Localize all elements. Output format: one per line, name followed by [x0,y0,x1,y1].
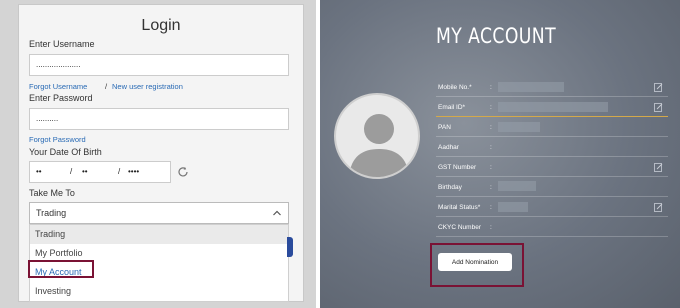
dob-year[interactable]: •••• [128,162,139,182]
field-underline [436,176,668,177]
take-me-to-select[interactable]: Trading [29,202,289,224]
pan-value-redacted [498,122,540,132]
dropdown-option-trading[interactable]: Trading [30,225,288,244]
select-value: Trading [36,208,67,218]
edit-icon[interactable] [654,162,663,172]
take-me-to-label: Take Me To [29,188,75,198]
field-label-ckyc: CKYC Number [438,224,481,231]
dob-slash: / [70,167,73,176]
forgot-username-link[interactable]: Forgot Username [29,82,87,91]
dropdown-option-investing[interactable]: Investing [30,282,288,301]
refresh-icon[interactable] [177,166,189,178]
link-separator: / [105,82,108,91]
chevron-up-icon [273,210,281,216]
field-underline [436,216,668,217]
field-colon: : [490,144,492,151]
account-title: MY ACCOUNT [436,24,557,48]
field-colon: : [490,164,492,171]
field-colon: : [490,184,492,191]
add-nomination-highlight-box [430,243,524,287]
field-colon: : [490,104,492,111]
password-input[interactable]: .......... [29,108,289,130]
dob-label: Your Date Of Birth [29,147,102,157]
field-label-pan: PAN [438,124,451,131]
username-label: Enter Username [29,39,95,49]
field-label-gst: GST Number [438,164,477,171]
user-avatar-icon [334,93,420,179]
login-card: Login Enter Username ...................… [18,4,304,302]
edit-icon[interactable] [654,102,663,112]
field-label-birthday: Birthday [438,184,462,191]
login-title: Login [141,17,181,34]
field-colon: : [490,124,492,131]
dob-field[interactable]: •• / •• / •••• [29,161,171,183]
field-label-mobile: Mobile No.* [438,84,472,91]
field-underline-active [436,116,668,117]
dob-month[interactable]: •• [82,162,88,182]
login-panel: Login Enter Username ...................… [0,0,316,308]
field-underline [436,96,668,97]
field-label-marital-status: Marital Status* [438,204,481,211]
field-underline [436,236,668,237]
mobile-value-redacted [498,82,564,92]
field-underline [436,196,668,197]
dob-day[interactable]: •• [36,162,42,182]
marital-value-redacted [498,202,528,212]
field-underline [436,136,668,137]
new-user-registration-link[interactable]: New user registration [112,82,183,91]
avatar-silhouette [349,114,409,177]
field-colon: : [490,84,492,91]
login-submit-button-partial[interactable] [287,237,293,257]
dob-slash: / [118,167,121,176]
field-label-email: Email ID* [438,104,466,111]
username-input[interactable]: .................... [29,54,289,76]
field-underline [436,156,668,157]
password-label: Enter Password [29,93,93,103]
my-account-highlight-box [28,260,94,278]
email-value-redacted [498,102,608,112]
field-colon: : [490,204,492,211]
forgot-password-link[interactable]: Forgot Password [29,135,86,144]
field-label-aadhar: Aadhar [438,144,459,151]
edit-icon[interactable] [654,202,663,212]
field-colon: : [490,224,492,231]
birthday-value-redacted [498,181,536,191]
account-panel: MY ACCOUNT Mobile No.* : Email ID* : PAN… [320,0,680,308]
edit-icon[interactable] [654,82,663,92]
